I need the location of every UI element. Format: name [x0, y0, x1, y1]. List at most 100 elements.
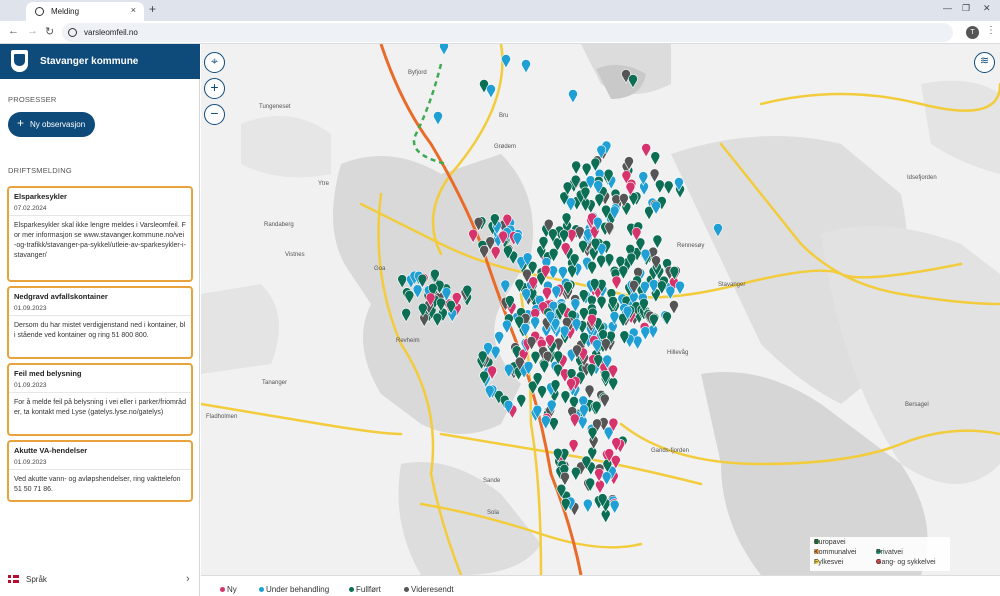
ops-card[interactable]: Feil med belysning 01.09.2023 For å melde… — [7, 363, 193, 436]
map-pin[interactable] — [609, 499, 620, 515]
map-pin[interactable] — [530, 350, 541, 366]
map-pin[interactable] — [571, 160, 581, 176]
place-label: Grødem — [494, 144, 517, 150]
url-field[interactable]: varsleomfeil.no — [62, 23, 953, 42]
map-pin[interactable] — [567, 264, 577, 280]
card-title: Elsparkesykler — [14, 192, 67, 201]
map-pin[interactable] — [570, 413, 580, 429]
map-pin[interactable] — [502, 319, 512, 335]
map-pin[interactable] — [571, 466, 581, 482]
zoom-in-button[interactable]: + — [204, 78, 225, 99]
window-close-icon[interactable]: ✕ — [983, 3, 991, 14]
place-label: Stavanger — [718, 282, 746, 288]
status-dot — [404, 587, 409, 593]
processes-heading: PROSESSER — [8, 95, 57, 104]
status-legend: Ny Under behandling Fullført Videresendt — [201, 575, 1000, 596]
map-pin[interactable] — [675, 280, 685, 296]
map-pin[interactable] — [516, 394, 527, 409]
map-pin[interactable] — [618, 265, 629, 280]
map-pin[interactable] — [586, 363, 597, 378]
map-pin[interactable] — [494, 331, 504, 346]
card-title: Nedgravd avfallskontainer — [14, 292, 108, 301]
status-filter-ny[interactable]: Ny — [220, 585, 237, 594]
map-pin[interactable] — [560, 390, 571, 405]
minimize-icon[interactable]: — — [943, 3, 952, 13]
close-tab-icon[interactable]: × — [131, 5, 136, 15]
map-pin[interactable] — [640, 326, 651, 341]
map-pin[interactable] — [595, 479, 605, 495]
brand-header[interactable]: Stavanger kommune — [0, 44, 200, 79]
sidebar: Stavanger kommune PROSESSER + Ny observa… — [0, 44, 200, 596]
place-label: Sola — [487, 510, 500, 516]
map-pin[interactable] — [604, 253, 615, 268]
ops-card[interactable]: Nedgravd avfallskontainer 01.09.2023 Ders… — [7, 286, 193, 359]
status-dot — [220, 587, 225, 593]
layers-icon[interactable]: ≋ — [974, 52, 995, 73]
zoom-out-button[interactable]: − — [204, 104, 225, 125]
card-title: Feil med belysning — [14, 369, 82, 378]
locate-icon[interactable]: ⌖ — [204, 52, 225, 73]
map-pin[interactable] — [568, 439, 579, 454]
map-pin[interactable] — [549, 417, 559, 432]
profile-avatar[interactable]: T — [966, 26, 979, 39]
place-label: Revheim — [396, 338, 420, 344]
map-pin[interactable] — [599, 393, 610, 409]
map-pin[interactable] — [650, 151, 661, 166]
restore-icon[interactable]: ❐ — [962, 3, 970, 14]
status-filter-fullfort[interactable]: Fullført — [349, 585, 381, 594]
menu-icon[interactable]: ⋮ — [986, 25, 996, 36]
status-label: Videresendt — [411, 585, 454, 594]
new-tab-button[interactable]: + — [149, 2, 156, 16]
brand-name: Stavanger kommune — [40, 56, 139, 67]
legend-label: Kommunalvei — [814, 549, 857, 556]
card-date: 01.09.2023 — [14, 305, 47, 312]
status-filter-under-behandling[interactable]: Under behandling — [259, 585, 329, 594]
map-pin[interactable] — [581, 162, 592, 178]
new-observation-button[interactable]: + Ny observasjon — [8, 112, 95, 137]
status-filter-videresendt[interactable]: Videresendt — [404, 585, 454, 594]
place-label: Byfjord — [408, 70, 427, 76]
status-label: Fullført — [356, 585, 381, 594]
site-info-icon[interactable] — [68, 28, 77, 37]
browser-tab[interactable]: Melding × — [26, 2, 144, 21]
map-pin[interactable] — [652, 234, 663, 250]
status-dot — [259, 587, 264, 593]
map-pin[interactable] — [663, 180, 674, 196]
card-body: Ved akutte vann- og avløpshendelser, rin… — [14, 476, 181, 494]
map-pin[interactable] — [530, 316, 540, 331]
map-pin[interactable] — [662, 311, 672, 326]
map-pin[interactable] — [584, 384, 595, 400]
map-pin[interactable] — [608, 377, 618, 392]
place-label: Vistnes — [285, 252, 305, 258]
map-pin[interactable] — [539, 359, 550, 375]
map-pin[interactable] — [655, 179, 665, 194]
reload-icon[interactable]: ↻ — [45, 25, 54, 38]
map-pin[interactable] — [583, 498, 593, 514]
language-selector[interactable]: Språk › — [0, 571, 200, 591]
map-pin[interactable] — [433, 111, 443, 126]
new-observation-label: Ny observasjon — [30, 120, 86, 129]
map-pin[interactable] — [641, 143, 651, 158]
map-pin[interactable] — [596, 295, 607, 311]
back-icon[interactable]: ← — [8, 25, 19, 37]
map-pin[interactable] — [537, 385, 547, 400]
forward-icon[interactable]: → — [27, 25, 38, 37]
road-legend: Europavei Kommunalvei Privatvei Fylkesve… — [810, 537, 950, 571]
language-label: Språk — [26, 575, 47, 584]
map-pin[interactable] — [669, 300, 679, 315]
place-label: Sande — [483, 478, 501, 484]
map-pin[interactable] — [596, 254, 606, 270]
map-pin[interactable] — [566, 229, 577, 244]
ops-card[interactable]: Elsparkesykler 07.02.2024 Elsparkesykler … — [7, 186, 193, 282]
map-view[interactable]: Byfjord Tungeneset Bru Grødem Idsefjorde… — [201, 44, 1000, 575]
map-pin[interactable] — [611, 275, 622, 291]
map-pin[interactable] — [521, 59, 531, 74]
map-canvas[interactable] — [201, 44, 1000, 575]
map-pin[interactable] — [486, 84, 496, 99]
ops-card[interactable]: Akutte VA-hendelser 01.09.2023 Ved akutte… — [7, 440, 193, 502]
map-pin[interactable] — [568, 89, 578, 104]
map-pin[interactable] — [587, 261, 597, 276]
map-pin[interactable] — [594, 193, 605, 208]
map-pin[interactable] — [439, 44, 449, 56]
map-pin[interactable] — [560, 471, 570, 487]
